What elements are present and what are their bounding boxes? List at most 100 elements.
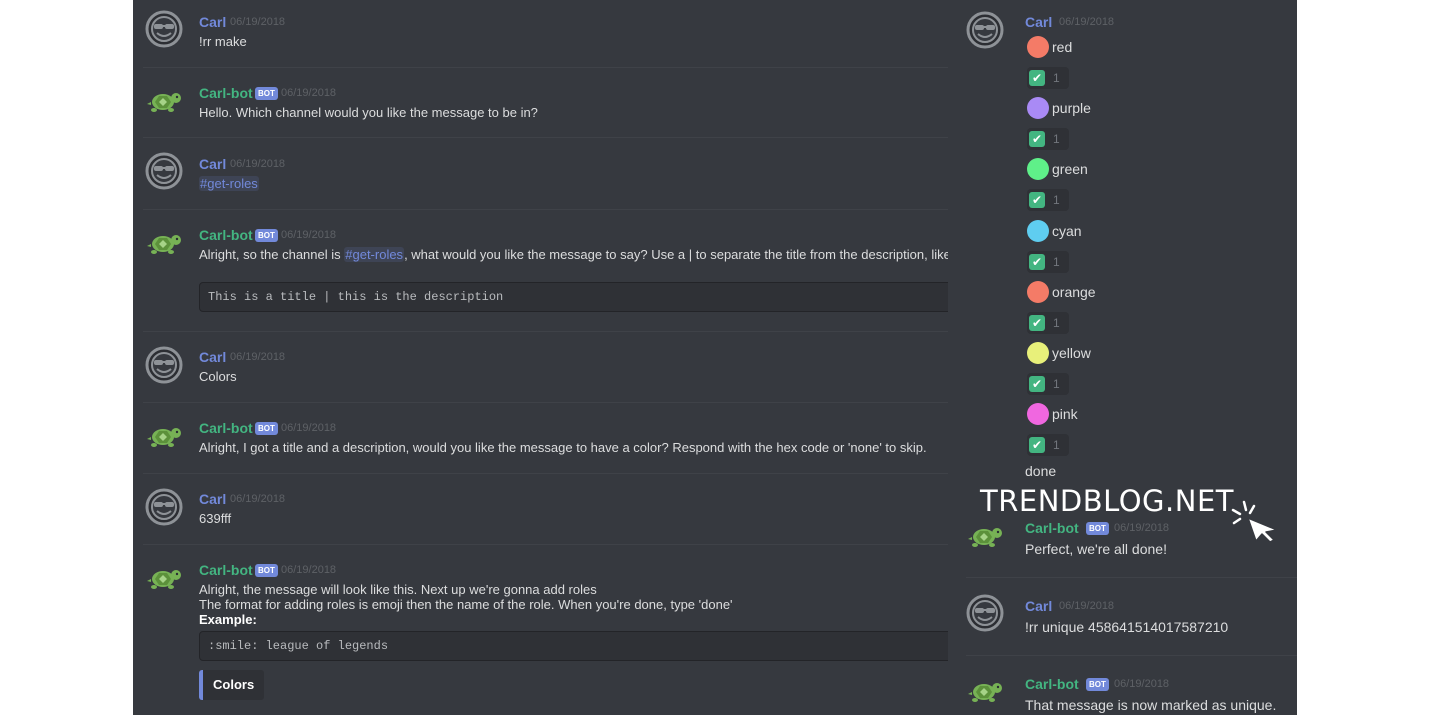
role-name: pink (1052, 406, 1078, 423)
message-text: Colors (199, 369, 237, 384)
code-block: This is a title | this is the descriptio… (199, 282, 948, 312)
message-text-part: Alright, so the channel is (199, 247, 345, 262)
message-text: The format for adding roles is emoji the… (199, 597, 733, 612)
turtle-icon[interactable] (145, 417, 183, 455)
turtle-icon[interactable] (145, 559, 183, 597)
timestamp: 06/19/2018 (1059, 16, 1115, 28)
chat-panel-left[interactable]: Carl 06/19/2018 !rr make Carl-bot BOT 06… (133, 0, 948, 715)
role-name: green (1052, 161, 1088, 178)
timestamp: 06/19/2018 (281, 422, 337, 434)
check-mark-icon: ✔ (1029, 253, 1045, 270)
role-name: purple (1052, 100, 1091, 117)
timestamp: 06/19/2018 (1114, 678, 1170, 690)
chat-panel-right[interactable]: Carl 06/19/2018 red ✔ 1 purple ✔ 1 green ✔ 1 cyan… (966, 0, 1297, 715)
sunglasses-face-icon[interactable] (145, 346, 183, 384)
reaction-button[interactable]: ✔ 1 (1027, 373, 1069, 395)
bot-badge: BOT (1086, 522, 1109, 535)
message-item: Carl-bot BOT 06/19/2018 Hello. Which cha… (133, 68, 948, 138)
check-mark-icon: ✔ (1029, 70, 1045, 86)
reaction-count: 1 (1053, 71, 1060, 85)
role-emoji (1027, 342, 1049, 364)
check-mark-icon: ✔ (1029, 437, 1045, 454)
message-item: Carl 06/19/2018 #get-roles (133, 138, 948, 210)
bot-badge: BOT (1086, 678, 1109, 691)
bot-badge: BOT (255, 422, 278, 435)
message-text: Perfect, we're all done! (1025, 541, 1167, 557)
author-name[interactable]: Carl (199, 491, 226, 507)
message-text: 639fff (199, 511, 232, 526)
reaction-count: 1 (1053, 254, 1060, 269)
divider (966, 655, 1297, 656)
author-name[interactable]: Carl (199, 156, 226, 172)
author-name[interactable]: Carl-bot (199, 227, 253, 243)
check-mark-icon: ✔ (1029, 314, 1045, 331)
sunglasses-face-icon[interactable] (145, 10, 183, 48)
message-item: Carl 06/19/2018 Colors (133, 332, 948, 403)
message-text: Hello. Which channel would you like the … (199, 105, 538, 120)
turtle-icon[interactable] (966, 672, 1004, 710)
author-name[interactable]: Carl (1025, 14, 1052, 30)
role-emoji (1027, 158, 1049, 181)
channel-mention[interactable]: #get-roles (199, 176, 259, 191)
reaction-count: 1 (1053, 377, 1060, 391)
reaction-button[interactable]: ✔ 1 (1027, 67, 1069, 89)
divider (966, 577, 1297, 578)
timestamp: 06/19/2018 (281, 564, 337, 576)
author-name[interactable]: Carl-bot (1025, 520, 1079, 536)
timestamp: 06/19/2018 (230, 493, 286, 505)
message-text: That message is now marked as unique. (1025, 697, 1277, 713)
role-emoji (1027, 403, 1049, 426)
panel-gap (948, 0, 966, 715)
author-name[interactable]: Carl-bot (199, 85, 253, 101)
author-name[interactable]: Carl (199, 14, 226, 30)
role-emoji (1027, 219, 1049, 242)
author-name[interactable]: Carl (199, 349, 226, 365)
reaction-button[interactable]: ✔ 1 (1027, 128, 1069, 151)
timestamp: 06/19/2018 (281, 87, 337, 99)
reaction-count: 1 (1053, 315, 1060, 330)
sunglasses-face-icon[interactable] (966, 594, 1004, 632)
channel-mention[interactable]: #get-roles (344, 247, 405, 262)
message-text: Alright, I got a title and a description… (199, 440, 927, 455)
reaction-count: 1 (1053, 132, 1060, 147)
timestamp: 06/19/2018 (230, 16, 286, 28)
message-item: Carl 06/19/2018 !rr make (133, 0, 948, 68)
role-name: yellow (1052, 345, 1091, 361)
bot-badge: BOT (255, 229, 278, 242)
check-mark-icon: ✔ (1029, 131, 1045, 148)
author-name[interactable]: Carl (1025, 598, 1052, 614)
cursor-click-icon (1231, 500, 1278, 542)
message-text-part: , what would you like the message to say… (404, 247, 948, 262)
check-mark-icon: ✔ (1029, 376, 1045, 392)
reaction-count: 1 (1053, 193, 1060, 208)
message-text: !rr make (199, 34, 247, 49)
done-text: done (1025, 463, 1057, 479)
reaction-button[interactable]: ✔ 1 (1027, 250, 1069, 273)
sunglasses-face-icon[interactable] (966, 11, 1004, 49)
reaction-count: 1 (1053, 438, 1060, 453)
reaction-button[interactable]: ✔ 1 (1027, 189, 1069, 212)
message-text: !rr unique 458641514017587210 (1025, 619, 1229, 635)
author-name[interactable]: Carl-bot (199, 420, 253, 436)
author-name[interactable]: Carl-bot (199, 562, 253, 578)
sunglasses-face-icon[interactable] (145, 488, 183, 526)
embed-preview: Colors (199, 670, 265, 700)
reaction-button[interactable]: ✔ 1 (1027, 434, 1069, 457)
turtle-icon[interactable] (966, 517, 1004, 555)
message-text: Alright, the message will look like this… (199, 582, 597, 597)
reaction-button[interactable]: ✔ 1 (1027, 311, 1069, 334)
message-item: Carl-bot BOT 06/19/2018 Alright, the mes… (133, 545, 948, 715)
turtle-icon[interactable] (145, 224, 183, 262)
author-name[interactable]: Carl-bot (1025, 676, 1079, 692)
watermark-text: TRENDBLOG.NET (980, 484, 1234, 518)
role-name: orange (1052, 283, 1096, 300)
bold-label: Example: (199, 612, 257, 627)
sunglasses-face-icon[interactable] (145, 152, 183, 190)
role-name: cyan (1052, 222, 1082, 239)
bot-badge: BOT (255, 87, 278, 100)
role-emoji (1027, 36, 1049, 58)
turtle-icon[interactable] (145, 82, 183, 120)
message-text: Alright, so the channel is #get-roles, w… (199, 247, 948, 262)
role-name: red (1052, 39, 1073, 55)
timestamp: 06/19/2018 (1114, 522, 1170, 534)
